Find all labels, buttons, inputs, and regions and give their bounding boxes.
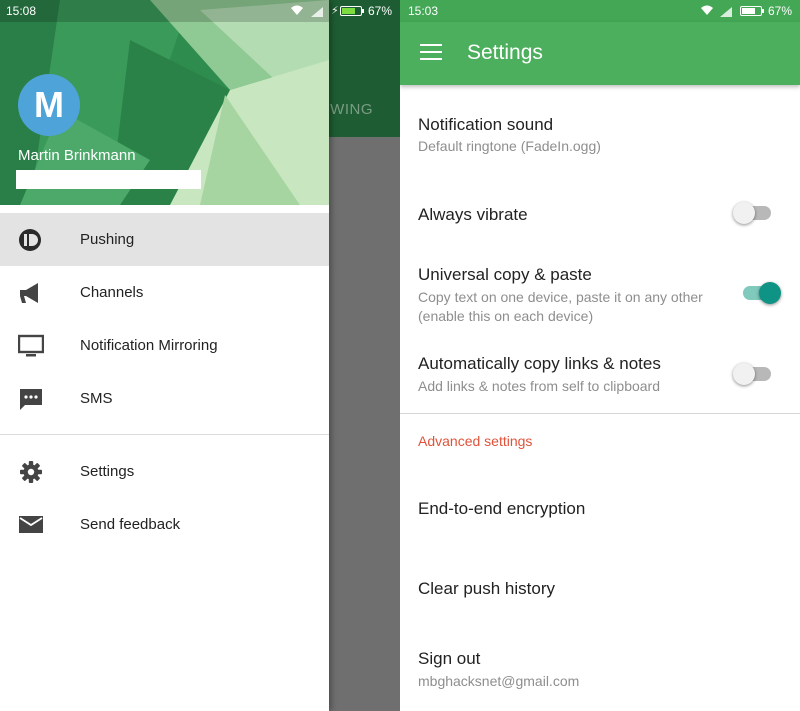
drawer-menu: Pushing Channels Notification Mirroring … xyxy=(0,213,329,551)
setting-notification-sound[interactable]: Notification sound Default ringtone (Fad… xyxy=(400,86,800,176)
setting-subtitle: Default ringtone (FadeIn.ogg) xyxy=(418,138,601,154)
wifi-icon xyxy=(700,4,714,19)
menu-item-notification-mirroring[interactable]: Notification Mirroring xyxy=(0,319,329,372)
status-bar: 15:08 xyxy=(0,0,329,22)
gear-icon xyxy=(18,460,44,484)
battery-percent: 67% xyxy=(768,4,793,18)
wifi-icon xyxy=(290,4,304,19)
menu-label: Settings xyxy=(80,463,135,480)
setting-title: Universal copy & paste xyxy=(418,265,592,284)
megaphone-icon xyxy=(18,281,44,305)
menu-divider xyxy=(0,434,329,435)
setting-always-vibrate[interactable]: Always vibrate xyxy=(400,176,800,256)
setting-title: Notification sound xyxy=(418,115,554,134)
menu-label: SMS xyxy=(80,390,113,407)
setting-end-to-end-encryption[interactable]: End-to-end encryption xyxy=(400,470,800,546)
section-divider xyxy=(400,413,800,414)
setting-subtitle: Add links & notes from self to clipboard xyxy=(418,378,661,394)
setting-auto-copy-links[interactable]: Automatically copy links & notes Add lin… xyxy=(400,345,800,411)
avatar[interactable]: M xyxy=(18,74,80,136)
toggle-knob xyxy=(733,363,755,385)
app-toolbar: Settings xyxy=(400,22,800,85)
signal-icon xyxy=(311,6,323,20)
menu-item-pushing[interactable]: Pushing xyxy=(0,213,329,266)
account-email-redacted[interactable] xyxy=(16,170,201,189)
auto-copy-links-toggle[interactable] xyxy=(733,363,771,385)
battery-icon xyxy=(740,6,764,16)
universal-copy-paste-toggle[interactable] xyxy=(743,282,781,304)
navigation-drawer: 15:08 M Martin Brinkmann Pushing Channel… xyxy=(0,0,329,711)
toggle-knob xyxy=(759,282,781,304)
user-name: Martin Brinkmann xyxy=(18,147,136,164)
drawer-header: 15:08 M Martin Brinkmann xyxy=(0,0,329,205)
menu-label: Pushing xyxy=(80,231,135,248)
setting-universal-copy-paste[interactable]: Universal copy & paste Copy text on one … xyxy=(400,256,800,342)
page-title: Settings xyxy=(467,41,543,64)
monitor-icon xyxy=(17,334,45,358)
menu-item-settings[interactable]: Settings xyxy=(0,445,329,498)
menu-label: Channels xyxy=(80,284,144,301)
status-bar-right-part: ⚡ 67% xyxy=(328,0,400,22)
left-screen: OWING ⚡ 67% 15:08 M Martin Brinkmann Pus… xyxy=(0,0,400,711)
battery-percent: 67% xyxy=(368,4,393,18)
setting-subtitle: Copy text on one device, paste it on any… xyxy=(418,289,703,324)
charging-icon: ⚡ xyxy=(331,5,339,17)
right-screen: 15:03 67% Settings Notification sound De… xyxy=(400,0,800,711)
setting-title: Automatically copy links & notes xyxy=(418,354,661,373)
setting-sign-out[interactable]: Sign out mbghacksnet@gmail.com xyxy=(400,630,800,711)
mail-icon xyxy=(18,513,44,537)
section-header-advanced: Advanced settings xyxy=(418,433,533,449)
menu-item-sms[interactable]: SMS xyxy=(0,372,329,425)
status-bar: 15:03 67% xyxy=(400,0,800,22)
signal-icon xyxy=(720,6,732,20)
setting-title: End-to-end encryption xyxy=(418,499,586,518)
status-time: 15:08 xyxy=(6,4,37,18)
pushbullet-icon xyxy=(18,228,44,252)
sms-icon xyxy=(18,387,44,411)
menu-label: Send feedback xyxy=(80,516,181,533)
battery-icon xyxy=(340,6,364,16)
status-time: 15:03 xyxy=(408,4,439,18)
setting-clear-push-history[interactable]: Clear push history xyxy=(400,550,800,626)
menu-item-channels[interactable]: Channels xyxy=(0,266,329,319)
setting-title: Always vibrate xyxy=(418,205,528,224)
menu-label: Notification Mirroring xyxy=(80,337,218,354)
menu-item-send-feedback[interactable]: Send feedback xyxy=(0,498,329,551)
toggle-knob xyxy=(733,202,755,224)
menu-icon[interactable] xyxy=(420,44,442,62)
setting-title: Sign out xyxy=(418,649,481,668)
always-vibrate-toggle[interactable] xyxy=(733,202,771,224)
setting-title: Clear push history xyxy=(418,579,556,598)
setting-subtitle: mbghacksnet@gmail.com xyxy=(418,673,580,689)
